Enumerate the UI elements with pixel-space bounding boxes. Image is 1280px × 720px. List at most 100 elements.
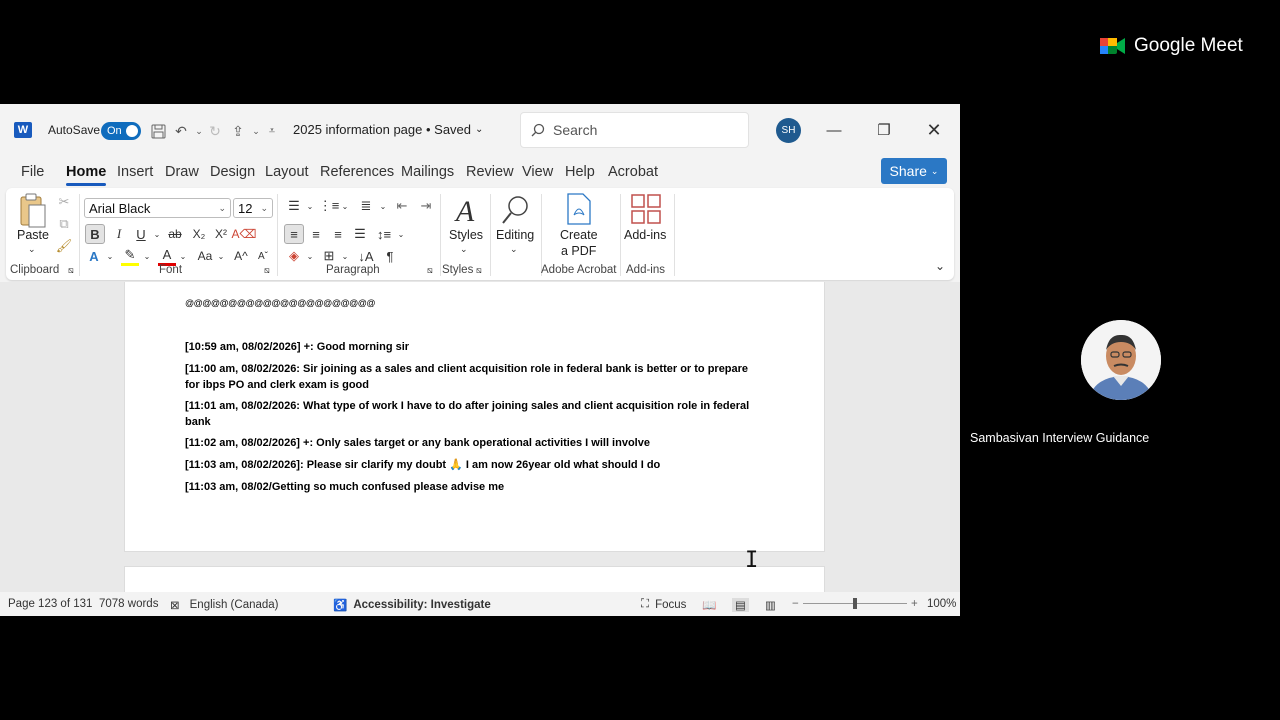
- bullets-icon[interactable]: ☰: [284, 196, 304, 216]
- show-formatting-icon[interactable]: ¶: [380, 246, 400, 266]
- clipboard-launcher-icon[interactable]: ⧅: [68, 265, 74, 276]
- tab-view[interactable]: View: [522, 164, 553, 180]
- create-pdf-label-1[interactable]: Create: [560, 228, 598, 242]
- justify-icon[interactable]: ☰: [350, 224, 370, 244]
- close-icon[interactable]: ✕: [922, 118, 946, 142]
- borders-dropdown-icon[interactable]: ⌄: [340, 246, 350, 266]
- multilevel-list-icon[interactable]: ≣: [356, 196, 376, 216]
- highlight-icon[interactable]: ✎: [121, 246, 139, 266]
- italic-button[interactable]: I: [110, 224, 128, 244]
- paste-dropdown-icon[interactable]: ⌄: [28, 244, 36, 255]
- editing-button-label[interactable]: Editing: [496, 228, 534, 242]
- cut-icon[interactable]: ✂: [56, 194, 72, 210]
- numbering-dropdown-icon[interactable]: ⌄: [340, 196, 350, 216]
- sort-icon[interactable]: ↓A: [356, 246, 376, 266]
- align-right-icon[interactable]: ≡: [328, 224, 348, 244]
- shading-icon[interactable]: ◈: [284, 246, 304, 266]
- user-avatar[interactable]: SH: [776, 118, 801, 143]
- tab-layout[interactable]: Layout: [265, 164, 309, 180]
- ribbon-collapse-icon[interactable]: ⌄: [932, 258, 948, 274]
- undo-icon[interactable]: ↶: [172, 122, 190, 140]
- tab-help[interactable]: Help: [565, 164, 595, 180]
- addins-icon[interactable]: [630, 192, 662, 226]
- increase-indent-icon[interactable]: ⇥: [416, 196, 436, 216]
- restore-icon[interactable]: ❐: [872, 118, 896, 142]
- line-spacing-dropdown-icon[interactable]: ⌄: [396, 224, 406, 244]
- editing-dropdown-icon[interactable]: ⌄: [510, 244, 518, 255]
- tab-mailings[interactable]: Mailings: [401, 164, 454, 180]
- superscript-button[interactable]: X²: [212, 224, 230, 244]
- align-center-icon[interactable]: ≡: [306, 224, 326, 244]
- tab-insert[interactable]: Insert: [117, 164, 153, 180]
- strikethrough-button[interactable]: ab: [166, 224, 184, 244]
- shrink-font-icon[interactable]: Aˇ: [254, 246, 272, 266]
- document-area[interactable]: @@@@@@@@@@@@@@@@@@@@@@ [10:59 am, 08/02/…: [0, 282, 960, 592]
- find-icon[interactable]: [498, 192, 532, 228]
- zoom-in-icon[interactable]: +: [911, 598, 918, 610]
- decrease-indent-icon[interactable]: ⇤: [392, 196, 412, 216]
- share-button[interactable]: Share ⌄: [881, 158, 947, 184]
- font-launcher-icon[interactable]: ⧅: [264, 265, 270, 276]
- zoom-out-icon[interactable]: −: [792, 598, 799, 610]
- styles-button-label[interactable]: Styles: [449, 228, 483, 242]
- styles-icon[interactable]: A: [448, 192, 482, 232]
- print-layout-icon[interactable]: ▤: [732, 598, 749, 612]
- styles-launcher-icon[interactable]: ⧅: [476, 265, 482, 276]
- create-pdf-icon[interactable]: [564, 192, 594, 226]
- clear-formatting-icon[interactable]: A⌫: [232, 224, 257, 244]
- tab-references[interactable]: References: [320, 164, 394, 180]
- document-page[interactable]: @@@@@@@@@@@@@@@@@@@@@@ [10:59 am, 08/02/…: [124, 282, 825, 552]
- tab-design[interactable]: Design: [210, 164, 255, 180]
- zoom-slider-thumb[interactable]: [853, 598, 857, 609]
- change-case-icon[interactable]: Aa: [194, 246, 216, 266]
- copy-icon[interactable]: ⧉: [56, 216, 72, 232]
- change-case-dropdown-icon[interactable]: ⌄: [216, 246, 226, 266]
- paste-label[interactable]: Paste: [17, 228, 49, 242]
- bold-button[interactable]: B: [85, 224, 105, 244]
- tab-acrobat[interactable]: Acrobat: [608, 164, 658, 180]
- next-page[interactable]: [124, 566, 825, 592]
- grow-font-icon[interactable]: A^: [232, 246, 250, 266]
- tab-draw[interactable]: Draw: [165, 164, 199, 180]
- format-painter-icon[interactable]: 🖌: [56, 238, 73, 254]
- font-name-select[interactable]: Arial Black ⌄: [84, 198, 231, 218]
- create-pdf-label-2[interactable]: a PDF: [561, 244, 596, 258]
- zoom-slider[interactable]: [803, 598, 907, 609]
- addins-button-label[interactable]: Add-ins: [624, 228, 666, 242]
- search-box[interactable]: Search: [520, 112, 749, 148]
- tab-file[interactable]: File: [21, 164, 44, 180]
- subscript-button[interactable]: X₂: [190, 224, 208, 244]
- word-count[interactable]: 7078 words: [99, 598, 158, 610]
- bullets-dropdown-icon[interactable]: ⌄: [305, 196, 315, 216]
- focus-button[interactable]: ⛶ Focus: [641, 598, 686, 611]
- highlight-dropdown-icon[interactable]: ⌄: [142, 246, 152, 266]
- accessibility-status[interactable]: ♿ Accessibility: Investigate: [333, 598, 491, 612]
- customize-toolbar-icon[interactable]: ⩡: [263, 122, 281, 140]
- font-size-select[interactable]: 12 ⌄: [233, 198, 273, 218]
- font-color-icon[interactable]: A: [158, 246, 176, 266]
- proofing-status[interactable]: ⊠ English (Canada): [170, 598, 279, 612]
- paste-icon[interactable]: [16, 192, 50, 230]
- numbering-icon[interactable]: ⋮≡: [319, 196, 340, 216]
- page-count[interactable]: Page 123 of 131: [8, 598, 92, 610]
- read-mode-icon[interactable]: 📖: [702, 598, 716, 612]
- text-effects-dropdown-icon[interactable]: ⌄: [105, 246, 115, 266]
- redo-icon[interactable]: ↻: [206, 122, 224, 140]
- align-left-icon[interactable]: ≡: [284, 224, 304, 244]
- share-quick-icon[interactable]: ⇪: [229, 122, 247, 140]
- web-layout-icon[interactable]: ▥: [765, 598, 776, 612]
- underline-button[interactable]: U: [132, 224, 150, 244]
- tab-review[interactable]: Review: [466, 164, 514, 180]
- text-effects-icon[interactable]: A: [85, 246, 103, 266]
- styles-dropdown-icon[interactable]: ⌄: [460, 244, 468, 255]
- autosave-toggle[interactable]: On: [101, 122, 141, 140]
- paragraph-launcher-icon[interactable]: ⧅: [427, 265, 433, 276]
- multilevel-dropdown-icon[interactable]: ⌄: [378, 196, 388, 216]
- tab-home[interactable]: Home: [66, 164, 107, 186]
- borders-icon[interactable]: ⊞: [319, 246, 339, 266]
- minimize-icon[interactable]: —: [822, 118, 846, 142]
- zoom-level[interactable]: 100%: [927, 598, 956, 610]
- document-title[interactable]: 2025 information page • Saved ⌄: [293, 122, 483, 137]
- line-spacing-icon[interactable]: ↕≡: [374, 224, 394, 244]
- font-color-dropdown-icon[interactable]: ⌄: [178, 246, 188, 266]
